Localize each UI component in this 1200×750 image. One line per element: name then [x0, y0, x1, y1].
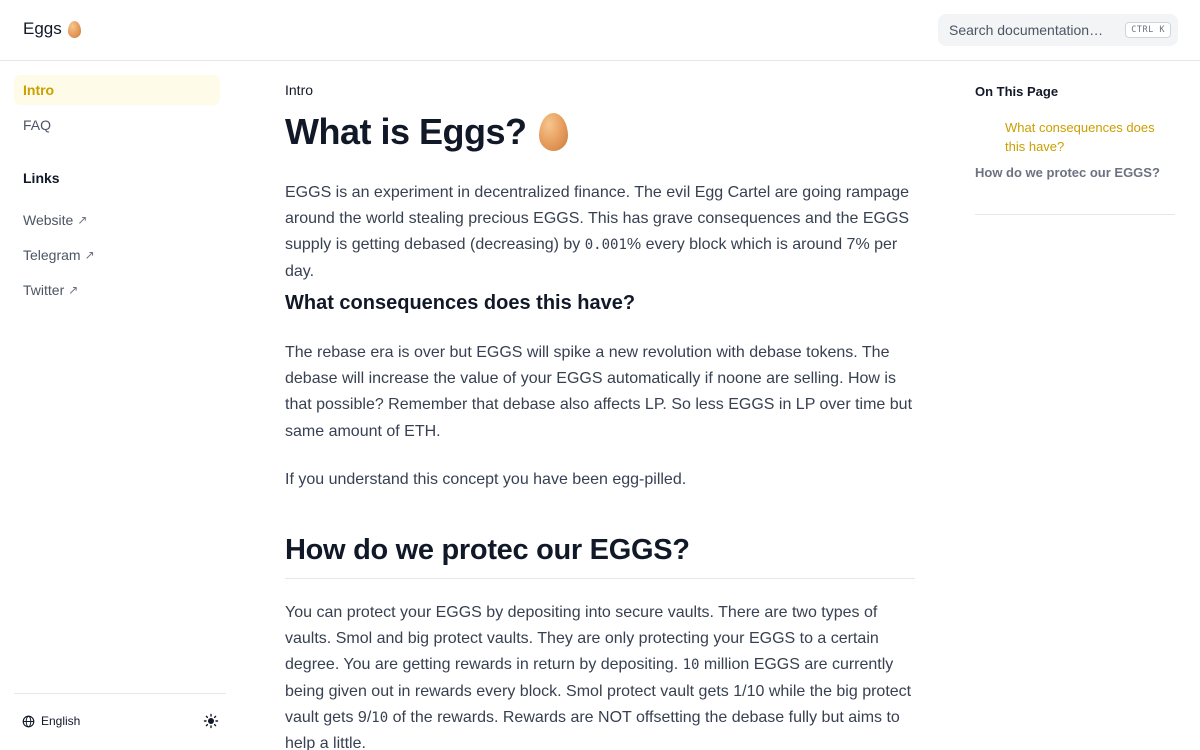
sidebar-link-label: Website [23, 212, 74, 228]
sidebar-item-faq[interactable]: FAQ [14, 110, 220, 140]
brand-name: Eggs [23, 19, 62, 38]
toc-title: On This Page [975, 84, 1059, 99]
search-placeholder: Search documentation… [949, 22, 1104, 38]
top-navbar: Eggs Search documentation… CTRL K [0, 0, 1200, 61]
on-this-page-toc: On This Page What consequences does this… [975, 61, 1175, 215]
code-run: 0.001 [584, 237, 627, 254]
page-title: What is Eggs? [285, 111, 568, 153]
sidebar-item-label: FAQ [23, 117, 52, 133]
theme-toggle[interactable] [203, 713, 219, 729]
intro-paragraph: EGGS is an experiment in decentralized f… [285, 180, 917, 285]
sidebar: Intro FAQ Links Website ↗ Telegram ↗ Twi… [0, 61, 240, 750]
consequences-paragraph: The rebase era is over but EGGS will spi… [285, 344, 913, 440]
sidebar-item-intro[interactable]: Intro [14, 75, 220, 105]
external-arrow-icon: ↗ [68, 283, 79, 297]
external-arrow-icon: ↗ [77, 213, 88, 227]
sidebar-footer: English [14, 693, 226, 750]
code-run: 10 [682, 657, 700, 674]
brand-logo-link[interactable]: Eggs [23, 19, 81, 39]
language-label: English [41, 714, 81, 728]
sidebar-link-label: Twitter [23, 282, 65, 298]
sidebar-link-label: Telegram [23, 247, 81, 263]
sidebar-item-label: Intro [23, 82, 55, 98]
sidebar-links-heading: Links [23, 170, 60, 186]
language-switcher[interactable]: English [22, 714, 80, 728]
toc-item-consequences[interactable]: What consequences does this have? [1005, 118, 1175, 156]
sidebar-link-telegram[interactable]: Telegram ↗ [14, 240, 220, 270]
egg-pilled-paragraph: If you understand this concept you have … [285, 471, 687, 488]
breadcrumb: Intro [285, 82, 314, 98]
shortcut-badge: CTRL K [1125, 22, 1171, 38]
egg-icon [67, 20, 81, 38]
sidebar-link-website[interactable]: Website ↗ [14, 205, 220, 235]
protec-paragraph: You can protect your EGGS by depositing … [285, 600, 917, 750]
search-input[interactable]: Search documentation… CTRL K [938, 14, 1178, 46]
egg-icon [538, 113, 568, 151]
toc-item-protec[interactable]: How do we protec our EGGS? [975, 165, 1160, 180]
page-title-text: What is Eggs? [285, 111, 527, 152]
section-heading-consequences: What consequences does this have? [285, 292, 636, 314]
external-arrow-icon: ↗ [84, 248, 95, 262]
code-run: 10 [371, 709, 389, 726]
globe-icon [22, 715, 35, 727]
section-heading-protec: How do we protec our EGGS? [285, 534, 915, 579]
sidebar-link-twitter[interactable]: Twitter ↗ [14, 275, 220, 305]
sun-icon [203, 713, 219, 729]
main-content: Intro What is Eggs? EGGS is an experimen… [285, 61, 917, 750]
